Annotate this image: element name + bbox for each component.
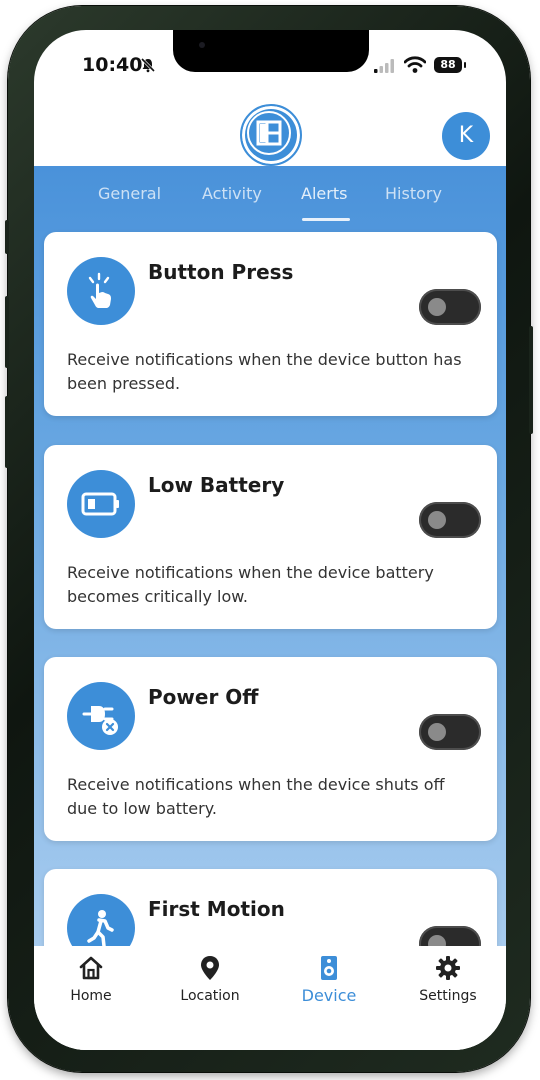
notch — [173, 30, 369, 72]
volume-up-button — [5, 296, 9, 368]
tab-general[interactable]: General — [98, 184, 161, 203]
alert-title: Low Battery — [148, 473, 285, 497]
alert-title: First Motion — [148, 897, 285, 921]
nav-label: Settings — [419, 988, 477, 1004]
mute-switch — [5, 220, 9, 254]
toggle-knob — [428, 723, 446, 741]
nav-label: Home — [70, 988, 112, 1004]
plug-off-icon — [67, 682, 135, 750]
app-header: K — [34, 100, 506, 166]
tab-bar: General Activity Alerts History — [34, 166, 506, 224]
status-time: 10:40 — [82, 54, 143, 76]
alert-card-button-press: Button Press Receive notifications when … — [44, 232, 497, 416]
hand-tap-glyph — [88, 272, 111, 308]
toggle-knob — [428, 511, 446, 529]
front-camera — [199, 42, 205, 48]
tab-history[interactable]: History — [385, 184, 442, 203]
avatar[interactable]: K — [442, 112, 490, 160]
plug-off-glyph — [82, 706, 118, 735]
bell-slash-icon — [140, 57, 156, 73]
alert-description: Receive notifications when the device sh… — [67, 775, 445, 818]
low-battery-toggle[interactable] — [419, 502, 481, 538]
alert-title: Power Off — [148, 685, 259, 709]
battery-tip — [464, 62, 466, 68]
tab-activity[interactable]: Activity — [202, 184, 262, 203]
battery-low-icon — [67, 470, 135, 538]
nav-home[interactable]: Home — [36, 954, 146, 1004]
battery-icon: 88 — [434, 57, 462, 73]
nav-location[interactable]: Location — [155, 954, 265, 1004]
hand-tap-icon — [67, 257, 135, 325]
app-logo-icon[interactable] — [240, 104, 302, 166]
speaker-device-icon — [321, 956, 337, 980]
home-icon — [79, 956, 103, 980]
logo-mark — [256, 120, 282, 146]
logo-ring — [247, 111, 291, 155]
signal-icon — [374, 59, 394, 73]
alert-description: Receive notifications when the device ba… — [67, 563, 434, 606]
phone-screen: 10:40 88 K General Activity Alerts Histo… — [34, 30, 506, 1050]
bottom-nav: Home Location Device Settings — [34, 946, 506, 1050]
alert-title: Button Press — [148, 260, 294, 284]
nav-label: Location — [180, 988, 240, 1004]
alert-card-low-battery: Low Battery Receive notifications when t… — [44, 445, 497, 629]
button-press-toggle[interactable] — [419, 289, 481, 325]
power-button — [529, 326, 533, 434]
status-bar: 10:40 88 — [34, 30, 506, 100]
location-pin-icon — [201, 956, 219, 980]
battery-low-glyph — [81, 492, 119, 516]
wifi-icon — [404, 56, 426, 73]
tab-alerts[interactable]: Alerts — [301, 184, 347, 203]
gear-icon — [436, 956, 460, 980]
alert-card-power-off: Power Off Receive notifications when the… — [44, 657, 497, 841]
nav-settings[interactable]: Settings — [393, 954, 503, 1004]
walking-person-glyph — [87, 910, 114, 948]
power-off-toggle[interactable] — [419, 714, 481, 750]
tab-active-indicator — [302, 218, 350, 221]
main-content: General Activity Alerts History Button P… — [34, 166, 506, 1050]
nav-device[interactable]: Device — [274, 954, 384, 1005]
toggle-knob — [428, 298, 446, 316]
volume-down-button — [5, 396, 9, 468]
alert-description: Receive notifications when the device bu… — [67, 350, 462, 393]
nav-label: Device — [301, 986, 357, 1005]
